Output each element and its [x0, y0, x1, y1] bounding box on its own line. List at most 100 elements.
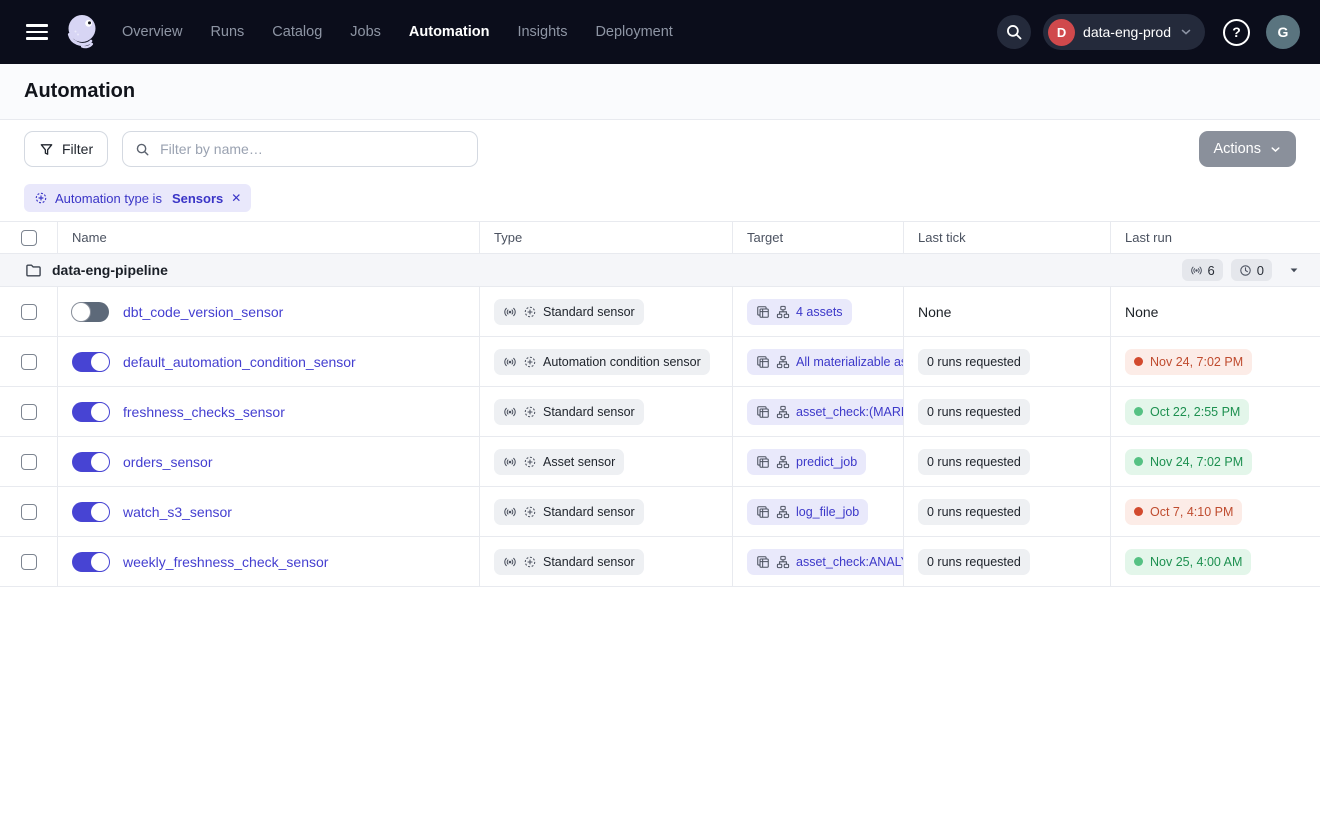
- nav-item-insights[interactable]: Insights: [517, 24, 567, 40]
- job-icon: [776, 305, 790, 319]
- sensor-toggle[interactable]: [72, 402, 109, 422]
- column-header-target: Target: [732, 222, 903, 253]
- row-checkbox-cell: [0, 437, 57, 486]
- job-icon: [776, 355, 790, 369]
- target-pill-label: All materializable as: [796, 355, 903, 369]
- row-last-tick-cell: 0 runs requested: [903, 537, 1110, 586]
- last-run-badge[interactable]: Nov 24, 7:02 PM: [1125, 449, 1252, 475]
- nav-item-catalog[interactable]: Catalog: [272, 24, 322, 40]
- schedule-count-badge: 0: [1231, 259, 1272, 281]
- menu-icon[interactable]: [26, 24, 48, 40]
- last-run-label: Nov 24, 7:02 PM: [1150, 455, 1243, 469]
- dagster-logo-icon[interactable]: [62, 11, 104, 53]
- last-run-badge: None: [1125, 304, 1158, 320]
- type-pill: Standard sensor: [494, 499, 644, 525]
- row-type-cell: Automation condition sensor: [479, 337, 732, 386]
- filter-button[interactable]: Filter: [24, 131, 108, 167]
- user-avatar[interactable]: G: [1266, 15, 1300, 49]
- sensor-toggle[interactable]: [72, 352, 109, 372]
- global-search-button[interactable]: [997, 15, 1031, 49]
- actions-button-label: Actions: [1213, 141, 1261, 157]
- last-run-label: None: [1125, 304, 1158, 320]
- type-pill-label: Asset sensor: [543, 455, 615, 469]
- run-status-dot: [1134, 557, 1143, 566]
- sensor-toggle[interactable]: [72, 302, 109, 322]
- nav-item-automation[interactable]: Automation: [409, 24, 490, 40]
- row-type-cell: Standard sensor: [479, 387, 732, 436]
- target-pill[interactable]: asset_check:(MARK: [747, 399, 903, 425]
- row-checkbox[interactable]: [21, 454, 37, 470]
- target-pill[interactable]: asset_check:ANALY: [747, 549, 903, 575]
- row-target-cell: asset_check:(MARK: [732, 387, 903, 436]
- sensor-name-link[interactable]: freshness_checks_sensor: [123, 404, 285, 420]
- select-all-checkbox[interactable]: [21, 230, 37, 246]
- last-run-badge[interactable]: Oct 22, 2:55 PM: [1125, 399, 1249, 425]
- column-header-last-run: Last run: [1110, 222, 1320, 253]
- row-checkbox-cell: [0, 487, 57, 536]
- sensor-toggle[interactable]: [72, 552, 109, 572]
- actions-button[interactable]: Actions: [1199, 131, 1296, 167]
- sensor-icon: [1190, 264, 1203, 277]
- row-name-cell: freshness_checks_sensor: [57, 387, 479, 436]
- asset-icon: [756, 355, 770, 369]
- active-filters-row: Automation type is Sensors ✕: [0, 178, 1320, 222]
- sensor-toggle[interactable]: [72, 452, 109, 472]
- sensor-count-badge: 6: [1182, 259, 1223, 281]
- type-pill: Standard sensor: [494, 299, 644, 325]
- sensor-toggle[interactable]: [72, 502, 109, 522]
- deployment-switcher[interactable]: D data-eng-prod: [1043, 14, 1205, 50]
- row-checkbox[interactable]: [21, 354, 37, 370]
- job-icon: [776, 405, 790, 419]
- nav-item-deployment[interactable]: Deployment: [595, 24, 672, 40]
- folder-icon: [25, 262, 42, 279]
- row-target-cell: All materializable as: [732, 337, 903, 386]
- sensor-type-icon: [503, 405, 517, 419]
- row-last-tick-cell: 0 runs requested: [903, 387, 1110, 436]
- table-row: watch_s3_sensor Standard sensor: [0, 487, 1320, 537]
- filter-chip-prefix: Automation type is: [55, 191, 162, 206]
- page-title: Automation: [24, 80, 135, 103]
- target-pill[interactable]: log_file_job: [747, 499, 868, 525]
- name-filter-input[interactable]: [158, 140, 465, 158]
- help-icon[interactable]: ?: [1223, 19, 1250, 46]
- target-pill[interactable]: 4 assets: [747, 299, 852, 325]
- filter-chip-automation-type[interactable]: Automation type is Sensors ✕: [24, 184, 251, 212]
- search-icon: [1005, 23, 1023, 41]
- target-pill[interactable]: predict_job: [747, 449, 866, 475]
- collapse-caret-icon[interactable]: [1284, 260, 1304, 280]
- row-last-tick-cell: 0 runs requested: [903, 337, 1110, 386]
- table-header: Name Type Target Last tick Last run: [0, 222, 1320, 254]
- run-status-dot: [1134, 357, 1143, 366]
- type-pill-label: Standard sensor: [543, 505, 635, 519]
- sensor-name-link[interactable]: watch_s3_sensor: [123, 504, 232, 520]
- sensor-name-link[interactable]: dbt_code_version_sensor: [123, 304, 283, 320]
- row-checkbox[interactable]: [21, 504, 37, 520]
- row-checkbox[interactable]: [21, 304, 37, 320]
- last-run-badge[interactable]: Nov 24, 7:02 PM: [1125, 349, 1252, 375]
- chevron-down-icon: [1269, 143, 1282, 156]
- row-checkbox[interactable]: [21, 554, 37, 570]
- row-last-tick-cell: 0 runs requested: [903, 487, 1110, 536]
- last-tick-value: 0 runs requested: [918, 549, 1030, 575]
- sensor-name-link[interactable]: default_automation_condition_sensor: [123, 354, 356, 370]
- column-header-last-tick: Last tick: [903, 222, 1110, 253]
- target-pill-label: asset_check:ANALY: [796, 555, 903, 569]
- close-icon[interactable]: ✕: [231, 191, 241, 205]
- funnel-icon: [39, 142, 54, 157]
- target-pill[interactable]: All materializable as: [747, 349, 903, 375]
- row-checkbox-cell: [0, 537, 57, 586]
- last-run-badge[interactable]: Oct 7, 4:10 PM: [1125, 499, 1242, 525]
- code-location-group-row[interactable]: data-eng-pipeline 6 0: [0, 254, 1320, 287]
- last-run-badge[interactable]: Nov 25, 4:00 AM: [1125, 549, 1251, 575]
- sensor-name-link[interactable]: orders_sensor: [123, 454, 213, 470]
- row-checkbox[interactable]: [21, 404, 37, 420]
- nav-item-jobs[interactable]: Jobs: [350, 24, 381, 40]
- sensor-type-icon: [503, 555, 517, 569]
- nav-item-overview[interactable]: Overview: [122, 24, 182, 40]
- last-run-label: Oct 7, 4:10 PM: [1150, 505, 1233, 519]
- row-last-run-cell: Nov 24, 7:02 PM: [1110, 337, 1320, 386]
- sensor-name-link[interactable]: weekly_freshness_check_sensor: [123, 554, 328, 570]
- nav-item-runs[interactable]: Runs: [210, 24, 244, 40]
- row-target-cell: log_file_job: [732, 487, 903, 536]
- column-header-type: Type: [479, 222, 732, 253]
